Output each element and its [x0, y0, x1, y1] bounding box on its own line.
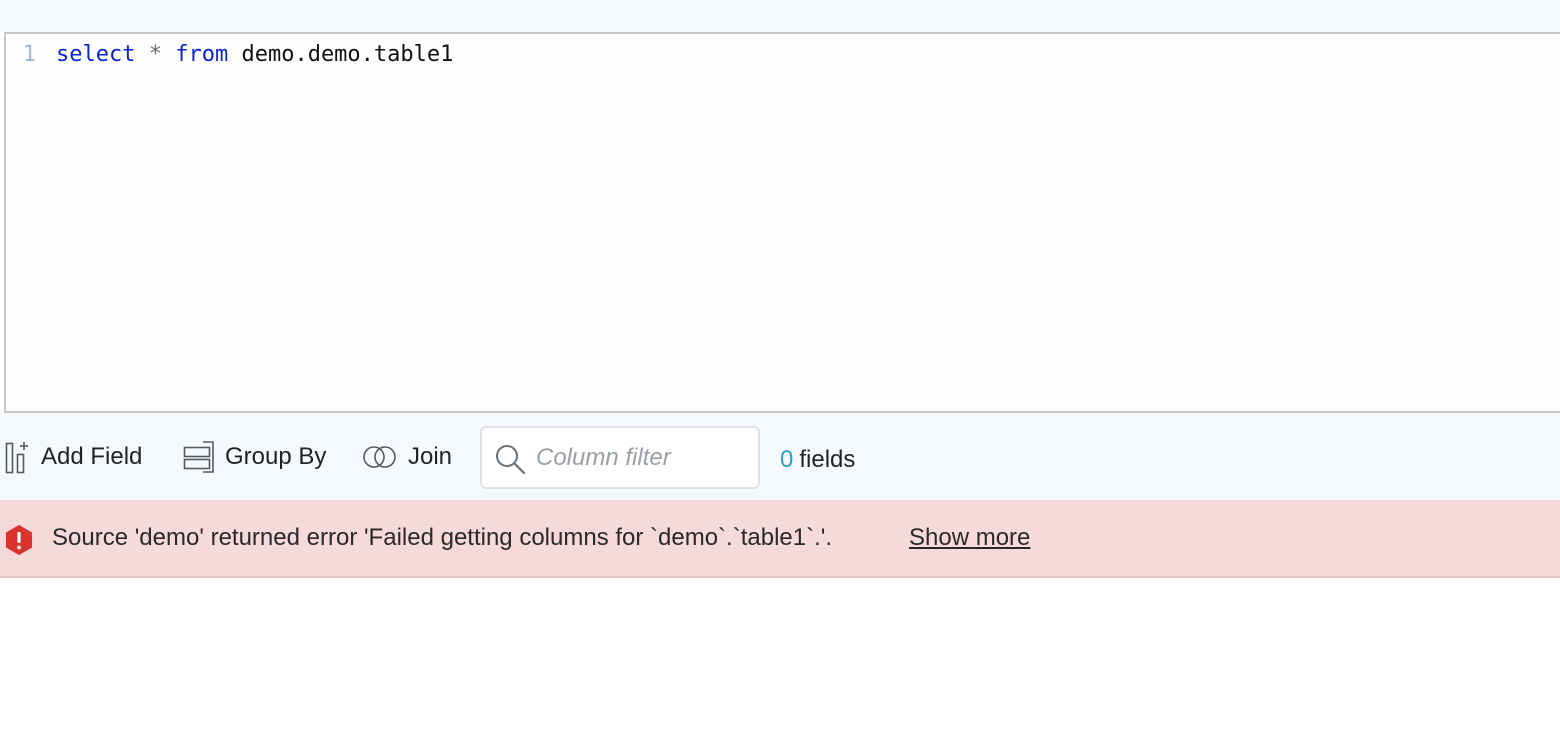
- code-line-1[interactable]: 1 select * from demo.demo.table1: [6, 40, 454, 68]
- operator-star: *: [148, 41, 162, 67]
- add-field-label: Add Field: [41, 443, 143, 470]
- fields-toolbar: Add Field Group By Join Column filter 0 …: [0, 413, 1560, 500]
- keyword-select: select: [56, 41, 136, 67]
- group-by-button[interactable]: Group By: [183, 440, 326, 474]
- table-reference: demo.demo.table1: [241, 41, 454, 67]
- error-message: Source 'demo' returned error 'Failed get…: [52, 524, 833, 551]
- fields-count-number: 0: [780, 446, 794, 473]
- group-by-label: Group By: [225, 443, 327, 470]
- join-label: Join: [408, 443, 453, 470]
- add-field-button[interactable]: Add Field: [5, 440, 142, 474]
- column-filter-input[interactable]: [536, 436, 746, 480]
- line-number: 1: [22, 41, 36, 67]
- keyword-from: from: [175, 41, 229, 67]
- column-filter[interactable]: [480, 426, 760, 489]
- join-button[interactable]: Join: [362, 440, 452, 474]
- sql-editor[interactable]: 1 select * from demo.demo.table1: [4, 32, 1560, 413]
- join-icon: [362, 440, 398, 474]
- fields-count: 0 fields: [780, 446, 855, 474]
- show-more-link[interactable]: Show more: [909, 524, 1030, 552]
- group-by-icon: [183, 440, 215, 474]
- error-banner: Source 'demo' returned error 'Failed get…: [0, 500, 1560, 578]
- fields-count-label: fields: [799, 446, 856, 473]
- add-field-icon: [5, 440, 31, 474]
- error-icon: [3, 524, 35, 561]
- top-header-strip: [0, 0, 1560, 33]
